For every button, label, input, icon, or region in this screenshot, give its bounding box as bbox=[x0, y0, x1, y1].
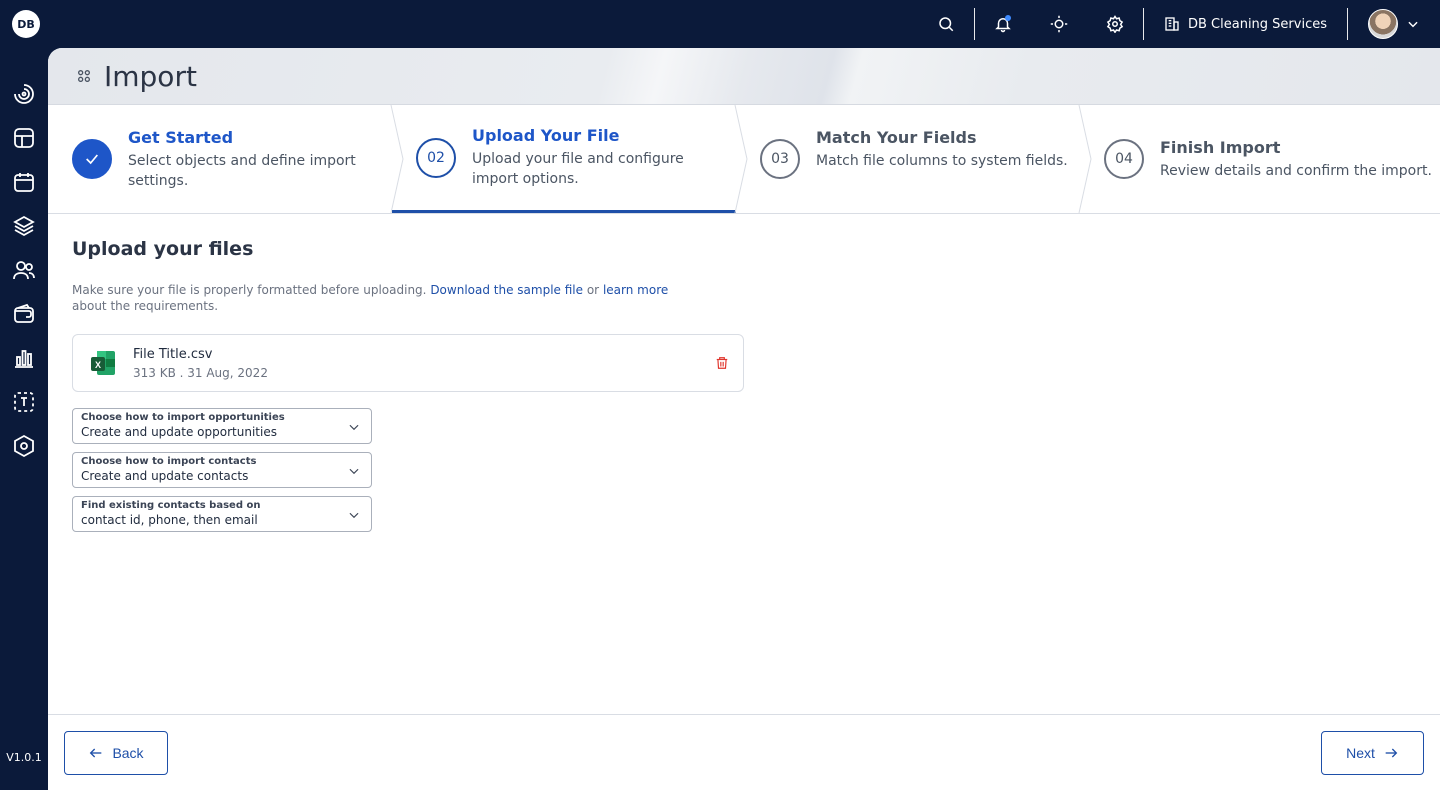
step-number: 02 bbox=[416, 137, 456, 178]
sidebar-item-scan[interactable] bbox=[0, 380, 48, 424]
select-label: Find existing contacts based on bbox=[81, 500, 261, 511]
arrow-left-icon bbox=[90, 748, 102, 758]
step-description: Select objects and define import setting… bbox=[128, 152, 356, 189]
select-label: Choose how to import contacts bbox=[81, 456, 257, 467]
page-header: Import bbox=[48, 48, 1440, 105]
hexagon-icon bbox=[14, 434, 34, 458]
upload-help-text: Make sure your file is properly formatte… bbox=[72, 283, 669, 313]
file-name: File Title.csv bbox=[133, 346, 213, 362]
opportunities-import-select[interactable]: Choose how to import opportunities Creat… bbox=[72, 408, 372, 444]
step-description: Review details and confirm the import. bbox=[1160, 162, 1432, 179]
section-title: Upload your files bbox=[72, 238, 254, 260]
select-value: contact id, phone, then email bbox=[81, 513, 258, 527]
chevron-down-icon bbox=[1408, 21, 1418, 28]
step-title: Match Your Fields bbox=[816, 127, 977, 147]
page-title: Import bbox=[104, 59, 197, 93]
profile-menu[interactable] bbox=[1348, 0, 1440, 48]
avatar bbox=[1368, 9, 1398, 39]
back-label: Back bbox=[112, 745, 144, 761]
file-meta: 313 KB . 31 Aug, 2022 bbox=[133, 365, 268, 380]
step-get-started[interactable]: Get Started Select objects and define im… bbox=[48, 105, 404, 213]
company-switcher[interactable]: DB Cleaning Services bbox=[1144, 0, 1347, 48]
layers-icon bbox=[13, 215, 35, 237]
wallet-icon bbox=[14, 303, 34, 323]
company-name: DB Cleaning Services bbox=[1187, 16, 1327, 32]
chart-icon bbox=[15, 350, 33, 368]
top-actions: DB Cleaning Services bbox=[918, 0, 1440, 48]
select-value: Create and update contacts bbox=[81, 469, 249, 483]
layout-icon bbox=[14, 128, 34, 148]
search-icon[interactable] bbox=[918, 0, 974, 48]
upload-section: Upload your files Make sure your file is… bbox=[48, 214, 1440, 564]
calendar-icon bbox=[14, 173, 34, 192]
chevron-divider-icon bbox=[390, 105, 404, 213]
dashboard-icon bbox=[14, 84, 34, 104]
sidebar: V1.0.1 bbox=[0, 48, 48, 790]
step-number: 04 bbox=[1104, 139, 1144, 179]
bell-icon[interactable] bbox=[975, 0, 1031, 48]
step-description: Match file columns to system fields. bbox=[816, 152, 1068, 169]
step-description: Upload your file and configure import op… bbox=[472, 151, 684, 187]
app-logo[interactable]: DB bbox=[12, 10, 40, 38]
theme-icon[interactable] bbox=[1031, 0, 1087, 48]
next-label: Next bbox=[1346, 745, 1375, 761]
main-panel: Import Get Started Select objects and de… bbox=[48, 48, 1440, 790]
sidebar-item-wallet[interactable] bbox=[0, 292, 48, 336]
users-icon bbox=[13, 261, 35, 280]
sidebar-item-layout[interactable] bbox=[0, 116, 48, 160]
step-title: Finish Import bbox=[1160, 137, 1281, 157]
app-version: V1.0.1 bbox=[6, 751, 42, 764]
step-check-icon bbox=[72, 139, 112, 179]
step-title: Get Started bbox=[128, 127, 234, 147]
back-button[interactable]: Back bbox=[64, 731, 168, 775]
sidebar-item-calendar[interactable] bbox=[0, 160, 48, 204]
sidebar-item-reports[interactable] bbox=[0, 336, 48, 380]
next-button[interactable]: Next bbox=[1321, 731, 1424, 775]
uploaded-file-card: X File Title.csv 313 KB . 31 Aug, 2022 bbox=[72, 334, 744, 392]
settings-icon[interactable] bbox=[1087, 0, 1143, 48]
chevron-down-icon bbox=[349, 424, 359, 431]
step-number: 03 bbox=[760, 139, 800, 179]
sidebar-item-layers[interactable] bbox=[0, 204, 48, 248]
sidebar-item-dashboard[interactable] bbox=[0, 72, 48, 116]
select-value: Create and update opportunities bbox=[81, 425, 277, 439]
step-match-fields[interactable]: 03 Match Your Fields Match file columns … bbox=[736, 105, 1092, 213]
contacts-import-select[interactable]: Choose how to import contacts Create and… bbox=[72, 452, 372, 488]
sidebar-item-users[interactable] bbox=[0, 248, 48, 292]
sidebar-item-modules[interactable] bbox=[0, 424, 48, 468]
wizard-footer: Back Next bbox=[48, 714, 1440, 790]
download-sample-link[interactable]: Download the sample file bbox=[430, 283, 583, 297]
divider bbox=[1142, 8, 1144, 40]
chevron-divider-icon bbox=[1078, 105, 1092, 213]
import-stepper: Get Started Select objects and define im… bbox=[48, 105, 1440, 214]
delete-file-button[interactable] bbox=[715, 355, 729, 375]
grid-icon bbox=[78, 70, 90, 82]
trash-icon bbox=[716, 357, 728, 369]
step-title: Upload Your File bbox=[472, 126, 620, 145]
divider bbox=[1347, 8, 1348, 40]
chevron-down-icon bbox=[349, 468, 359, 475]
scan-icon bbox=[14, 392, 34, 412]
step-finish-import[interactable]: 04 Finish Import Review details and conf… bbox=[1080, 105, 1440, 213]
svg-text:X: X bbox=[95, 360, 101, 370]
building-icon bbox=[1165, 17, 1179, 31]
chevron-down-icon bbox=[349, 512, 359, 519]
step-upload-file[interactable]: 02 Upload Your File Upload your file and… bbox=[392, 105, 748, 213]
excel-file-icon: X bbox=[89, 349, 117, 377]
notification-dot bbox=[1004, 15, 1011, 21]
arrow-right-icon bbox=[1385, 748, 1398, 758]
top-bar: DB DB Cleaning Services bbox=[0, 0, 1440, 48]
learn-more-link[interactable]: learn more bbox=[603, 283, 668, 297]
chevron-divider-icon bbox=[734, 105, 748, 213]
contact-match-select[interactable]: Find existing contacts based on contact … bbox=[72, 496, 372, 532]
select-label: Choose how to import opportunities bbox=[81, 412, 285, 423]
